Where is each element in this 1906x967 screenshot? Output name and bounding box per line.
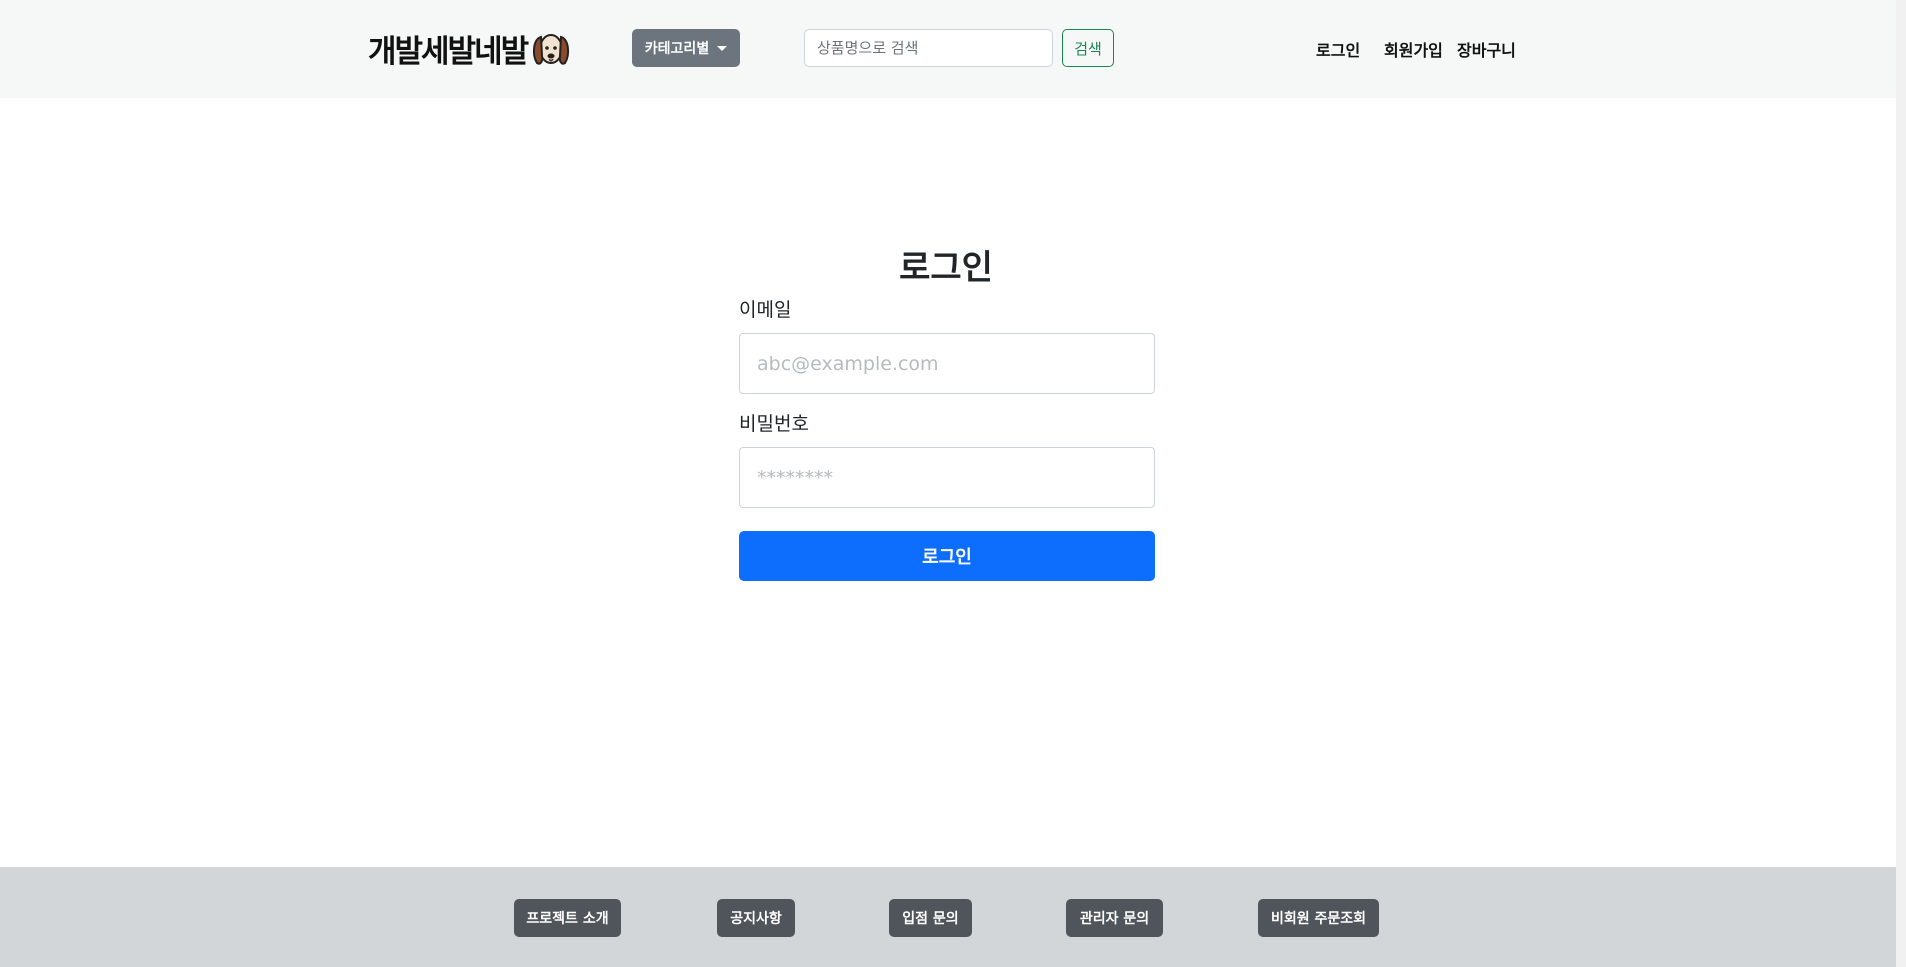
nav-login-link[interactable]: 로그인 [1316,37,1360,61]
footer-vendor-inquiry-button[interactable]: 입점 문의 [889,899,972,937]
footer-guest-order-lookup-button[interactable]: 비회원 주문조회 [1258,899,1379,937]
category-dropdown-label: 카테고리별 [644,41,710,57]
password-field[interactable] [739,447,1155,508]
footer-project-intro-button[interactable]: 프로젝트 소개 [514,899,621,937]
nav-signup-link[interactable]: 회원가입 [1384,37,1443,61]
site-footer: 프로젝트 소개 공지사항 입점 문의 관리자 문의 비회원 주문조회 [0,867,1896,967]
footer-notice-button[interactable]: 공지사항 [717,899,795,937]
email-label: 이메일 [739,299,792,321]
password-label: 비밀번호 [739,413,809,435]
logo-text: 개발세발네발 [368,34,529,70]
site-header: 개발세발네발 카테고리별 검색 로그인 회원가입 장바구니 [0,0,1896,98]
nav-cart-link[interactable]: 장바구니 [1457,37,1516,61]
caret-down-icon [717,45,728,51]
dog-face-icon [533,33,570,65]
vertical-scrollbar[interactable] [1896,0,1906,967]
footer-admin-inquiry-button[interactable]: 관리자 문의 [1066,899,1163,937]
email-field[interactable] [739,333,1155,394]
search-input[interactable] [804,29,1053,67]
login-submit-button[interactable]: 로그인 [739,531,1155,581]
category-dropdown-button[interactable]: 카테고리별 [632,29,740,67]
site-logo[interactable]: 개발세발네발 [368,26,571,71]
page-title: 로그인 [899,248,993,288]
search-button[interactable]: 검색 [1062,29,1114,67]
